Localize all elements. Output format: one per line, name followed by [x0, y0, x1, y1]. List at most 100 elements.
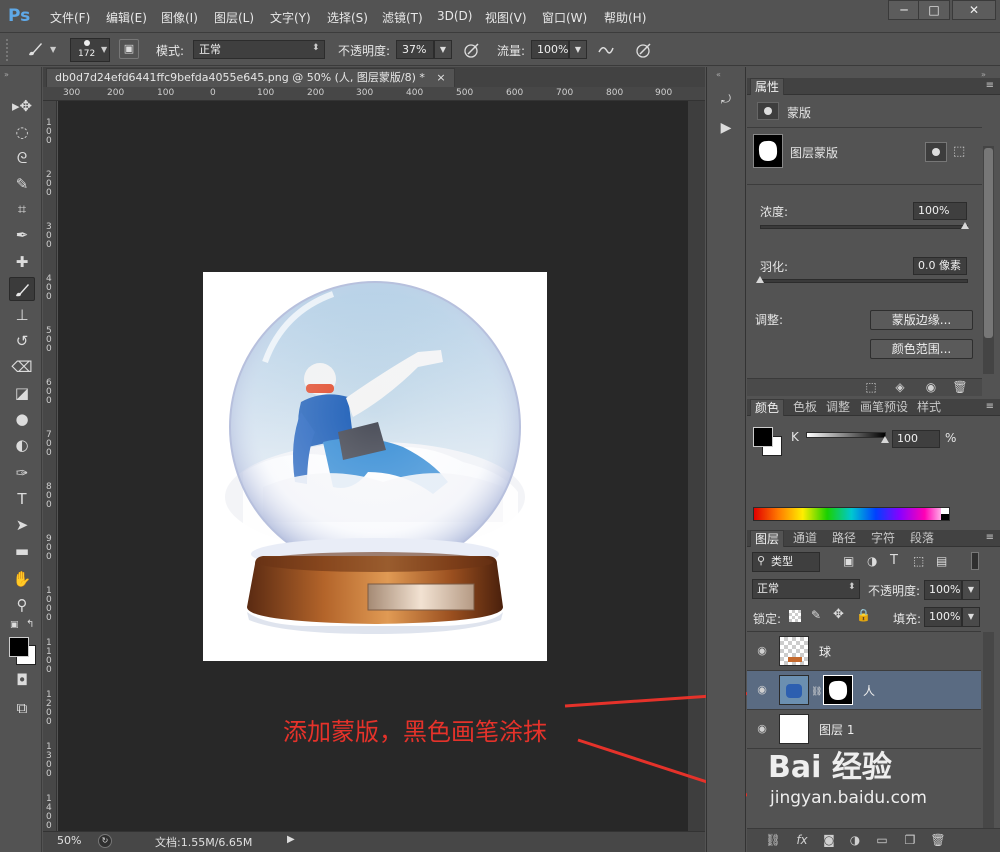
layer-thumbnail [779, 714, 809, 744]
lock-image-icon[interactable]: ✎ [811, 608, 821, 622]
layer-mask-label: 图层蒙版 [790, 146, 839, 160]
filter-smart-object-icon[interactable]: ▤ [936, 554, 947, 568]
filter-type-icon[interactable]: T [890, 553, 898, 568]
lock-position-icon[interactable]: ✥ [833, 607, 844, 622]
fill-label: 填充: [893, 612, 922, 626]
folder-icon[interactable]: ▭ [873, 832, 891, 848]
layer-row-ball[interactable]: ◉ 球 [747, 632, 981, 671]
eye-icon[interactable]: ◉ [755, 644, 769, 658]
collapsed-panel-dock [706, 67, 746, 852]
trash-icon[interactable]: 🗑 [929, 832, 947, 848]
filter-shape-icon[interactable]: ⬚ [913, 554, 924, 568]
updown-icon: ⬍ [848, 582, 856, 592]
layer-opacity-field[interactable]: 100% [924, 580, 962, 600]
tab-adjustments[interactable]: 调整 [822, 399, 854, 416]
feather-field[interactable]: 0.0 像素 [913, 257, 967, 275]
tab-paragraph[interactable]: 段落 [906, 530, 938, 547]
baidu-watermark-url: jingyan.baidu.com [770, 788, 927, 808]
new-layer-icon[interactable]: ❐ [901, 832, 919, 848]
load-selection-icon[interactable]: ⬚ [862, 379, 880, 395]
adjust-label: 调整: [755, 313, 784, 327]
layer-name[interactable]: 人 [863, 682, 875, 699]
visibility-icon[interactable]: ◉ [922, 379, 940, 395]
link-layers-icon[interactable]: ⛓ [764, 832, 782, 848]
color-panel-tabs: 颜色 色板 调整 画笔预设 样式 ≡ [747, 399, 1000, 416]
add-mask-icon[interactable]: ◙ [820, 832, 838, 848]
layer-thumbnail [779, 675, 809, 705]
tab-paths[interactable]: 路径 [828, 530, 860, 547]
tab-properties[interactable]: 属性 [750, 78, 785, 95]
layer-opacity-label: 不透明度: [868, 584, 921, 598]
filter-adjustment-icon[interactable]: ◑ [867, 554, 877, 568]
k-slider-knob[interactable] [881, 436, 889, 443]
percent-label: % [945, 431, 957, 445]
actions-play-icon[interactable]: ▶ [716, 120, 736, 140]
filter-toggle[interactable] [971, 552, 979, 570]
density-label: 浓度: [760, 205, 789, 219]
status-bar [43, 831, 705, 852]
document-info[interactable]: 文档:1.55M/6.65M [155, 834, 252, 850]
collapse-icon[interactable]: « [716, 70, 721, 79]
add-pixel-mask-icon[interactable] [925, 142, 947, 162]
chevron-down-icon[interactable]: ▼ [962, 607, 980, 627]
link-icon[interactable]: ⛓ [811, 687, 822, 697]
zoom-level[interactable]: 50% [57, 834, 81, 847]
history-icon[interactable]: ⤾ [716, 92, 736, 112]
layer-name[interactable]: 球 [819, 643, 831, 660]
filter-type-value: 类型 [771, 555, 793, 568]
mask-edge-button[interactable]: 蒙版边缘... [870, 310, 973, 330]
density-slider[interactable] [760, 225, 968, 229]
tab-channels[interactable]: 通道 [789, 530, 821, 547]
feather-slider-knob[interactable] [756, 276, 764, 283]
lock-all-icon[interactable]: 🔒 [856, 608, 871, 622]
adjustment-layer-icon[interactable]: ◑ [846, 832, 864, 848]
layer-style-fx-icon[interactable]: fx [793, 832, 811, 848]
foreground-color-swatch[interactable] [753, 427, 773, 447]
layer-mask-thumbnail[interactable] [753, 134, 783, 168]
fill-field[interactable]: 100% [924, 607, 962, 627]
panel-menu-icon[interactable]: ≡ [986, 401, 994, 412]
eye-icon[interactable]: ◉ [755, 683, 769, 697]
tab-brush-presets[interactable]: 画笔预设 [856, 399, 912, 416]
layer-name[interactable]: 图层 1 [819, 721, 854, 738]
k-value-field[interactable]: 100 [892, 430, 940, 448]
apply-mask-icon[interactable]: ◈ [891, 379, 909, 395]
annotation-text: 添加蒙版，黑色画笔涂抹 [283, 718, 547, 746]
chevron-down-icon[interactable]: ▼ [962, 580, 980, 600]
density-slider-knob[interactable] [961, 222, 969, 229]
panel-menu-icon[interactable]: ≡ [986, 80, 994, 91]
color-range-button[interactable]: 颜色范围... [870, 339, 973, 359]
trash-icon[interactable]: 🗑 [951, 379, 969, 395]
search-icon: ⚲ [757, 554, 766, 567]
layer-thumbnail [779, 636, 809, 666]
share-icon[interactable]: ↻ [98, 834, 112, 848]
tab-character[interactable]: 字符 [867, 530, 899, 547]
properties-scrollbar[interactable] [983, 146, 994, 374]
feather-slider[interactable] [760, 279, 968, 283]
tab-swatches[interactable]: 色板 [789, 399, 821, 416]
layers-panel-tabs: 图层 通道 路径 字符 段落 ≡ [747, 530, 1000, 547]
panel-menu-icon[interactable]: ≡ [986, 532, 994, 543]
tab-layers[interactable]: 图层 [750, 530, 785, 547]
play-icon[interactable]: ▶ [287, 834, 295, 845]
filter-pixel-icon[interactable]: ▣ [843, 554, 854, 568]
eye-icon[interactable]: ◉ [755, 722, 769, 736]
feather-label: 羽化: [760, 260, 789, 274]
pixel-mask-icon[interactable] [757, 102, 779, 120]
tab-color[interactable]: 颜色 [750, 399, 785, 416]
layer-row-person[interactable]: ◉ ⛓ 人 [747, 671, 981, 710]
lock-label: 锁定: [753, 612, 782, 626]
lock-transparent-icon[interactable] [789, 610, 801, 622]
properties-tabs: 属性 ≡ [747, 78, 1000, 95]
density-field[interactable]: 100% [913, 202, 967, 220]
blend-mode-select[interactable]: 正常 [752, 579, 860, 599]
channel-label: K [791, 430, 799, 444]
mask-label: 蒙版 [787, 106, 812, 120]
tab-styles[interactable]: 样式 [913, 399, 945, 416]
k-slider[interactable] [806, 432, 886, 438]
layers-scrollbar[interactable] [983, 632, 994, 828]
layer-mask-thumbnail[interactable] [823, 675, 853, 705]
baidu-watermark: Bai 经验 [768, 750, 892, 785]
color-spectrum-bar[interactable] [753, 507, 950, 521]
add-vector-mask-icon[interactable]: ⬚ [953, 144, 971, 162]
